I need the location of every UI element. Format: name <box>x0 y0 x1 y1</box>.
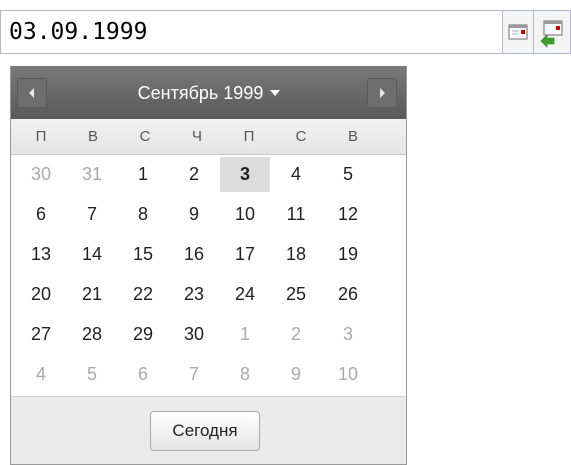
day-cell[interactable]: 5 <box>67 357 117 392</box>
calendar-link-icon <box>540 20 563 48</box>
date-input[interactable]: 03.09.1999 <box>0 10 502 54</box>
weekday-label: С <box>295 128 307 145</box>
day-cell[interactable]: 7 <box>169 357 219 392</box>
month-year-button[interactable]: Сентябрь 1999 <box>107 78 311 108</box>
day-cell[interactable]: 2 <box>271 317 321 352</box>
weekday-label: П <box>35 128 47 145</box>
day-cell[interactable]: 30 <box>16 157 66 192</box>
weekday-label: В <box>347 128 358 145</box>
day-cell[interactable]: 18 <box>271 237 321 272</box>
chevron-left-icon <box>29 88 34 98</box>
day-cell[interactable]: 13 <box>16 237 66 272</box>
day-cell[interactable]: 29 <box>118 317 168 352</box>
day-cell[interactable]: 10 <box>323 357 373 392</box>
day-cell[interactable]: 5 <box>323 157 373 192</box>
weekday-label: С <box>139 128 151 145</box>
day-cell[interactable]: 28 <box>67 317 117 352</box>
day-cell[interactable]: 16 <box>169 237 219 272</box>
day-cell[interactable]: 19 <box>323 237 373 272</box>
day-cell[interactable]: 12 <box>323 197 373 232</box>
day-cell[interactable]: 24 <box>220 277 270 312</box>
weekday-label: П <box>243 128 255 145</box>
day-cell[interactable]: 9 <box>169 197 219 232</box>
day-cell[interactable]: 22 <box>118 277 168 312</box>
today-button[interactable]: Сегодня <box>150 411 260 451</box>
day-cell[interactable]: 1 <box>118 157 168 192</box>
calendar-icon <box>508 24 528 40</box>
day-cell[interactable]: 20 <box>16 277 66 312</box>
day-cell[interactable]: 10 <box>220 197 270 232</box>
day-cell[interactable]: 2 <box>169 157 219 192</box>
calendar-trigger-button[interactable] <box>502 10 534 54</box>
previous-month-button[interactable] <box>17 78 47 108</box>
caret-down-icon <box>270 90 281 96</box>
link-trigger-button[interactable] <box>534 10 571 54</box>
day-cell[interactable]: 26 <box>323 277 373 312</box>
day-cell[interactable]: 21 <box>67 277 117 312</box>
day-cell[interactable]: 17 <box>220 237 270 272</box>
day-cell[interactable]: 11 <box>271 197 321 232</box>
weekday-label: В <box>87 128 98 145</box>
day-cell[interactable]: 4 <box>271 157 321 192</box>
day-cell[interactable]: 3 <box>323 317 373 352</box>
days-grid: 30 31 1 2 3 4 5 6 7 8 9 10 11 12 13 14 15 16 17 18 19 20 21 22 2… <box>11 155 406 395</box>
day-cell[interactable]: 6 <box>118 357 168 392</box>
weekday-label: Ч <box>192 128 202 145</box>
day-cell[interactable]: 1 <box>220 317 270 352</box>
month-year-label: Сентябрь 1999 <box>137 83 264 103</box>
day-cell[interactable]: 8 <box>220 357 270 392</box>
day-cell[interactable]: 8 <box>118 197 168 232</box>
day-cell[interactable]: 6 <box>16 197 66 232</box>
next-month-button[interactable] <box>367 78 397 108</box>
day-cell[interactable]: 30 <box>169 317 219 352</box>
chevron-right-icon <box>380 88 385 98</box>
day-cell[interactable]: 31 <box>67 157 117 192</box>
day-cell[interactable]: 27 <box>16 317 66 352</box>
day-cell[interactable]: 25 <box>271 277 321 312</box>
day-cell[interactable]: 4 <box>16 357 66 392</box>
picker-footer: Сегодня <box>11 396 406 464</box>
weekday-header-row: П В С Ч П С В <box>11 119 406 155</box>
day-cell[interactable]: 9 <box>271 357 321 392</box>
day-cell[interactable]: 14 <box>67 237 117 272</box>
day-cell[interactable]: 23 <box>169 277 219 312</box>
day-cell[interactable]: 7 <box>67 197 117 232</box>
picker-header: Сентябрь 1999 <box>11 66 406 119</box>
selected-day-cell[interactable]: 3 <box>220 157 270 192</box>
day-cell[interactable]: 15 <box>118 237 168 272</box>
date-picker-popup: Сентябрь 1999 П В С Ч П С В 30 31 1 2 3 4 5 6 7 8… <box>10 66 407 465</box>
